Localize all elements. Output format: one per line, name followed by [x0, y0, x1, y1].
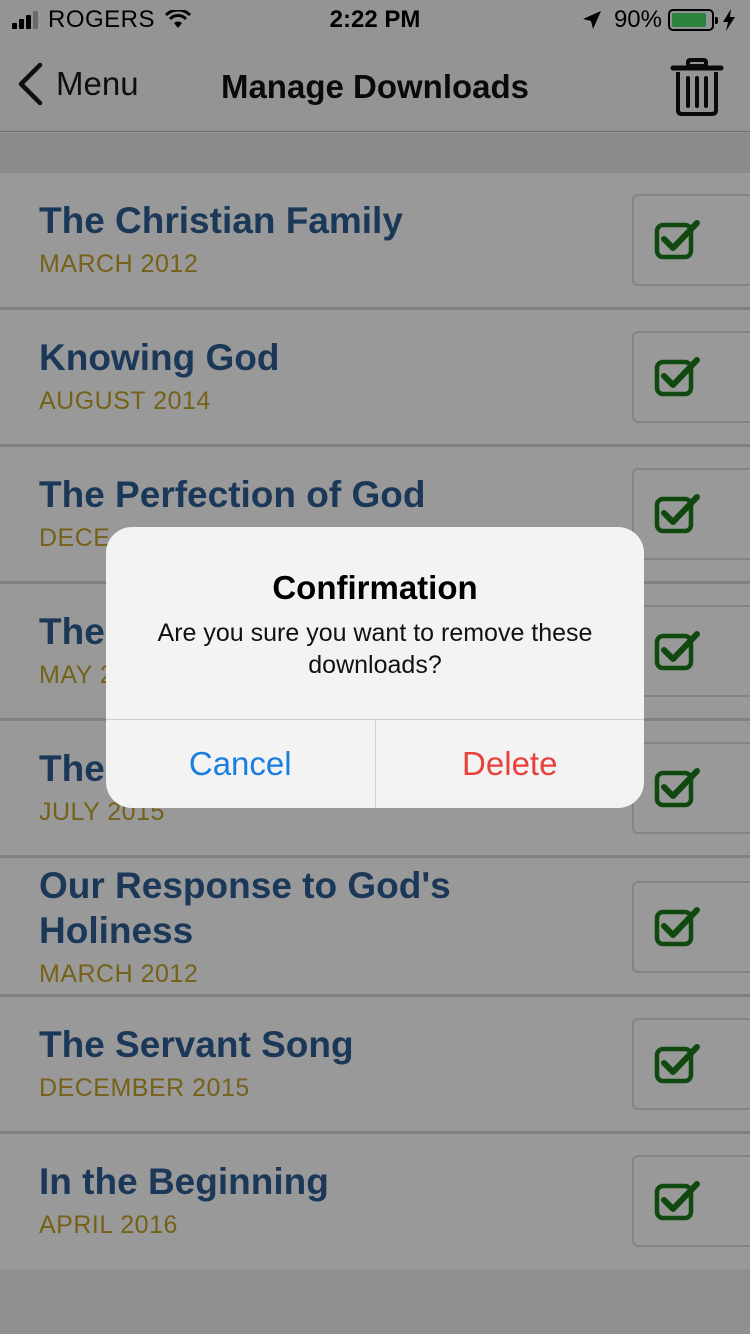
dialog-message: Are you sure you want to remove these do… — [157, 619, 593, 679]
dialog-buttons: Cancel Delete — [106, 719, 644, 808]
cancel-button[interactable]: Cancel — [106, 720, 376, 808]
delete-button[interactable]: Delete — [376, 720, 645, 808]
dialog-title: Confirmation — [272, 569, 478, 606]
confirmation-dialog: Confirmation Are you sure you want to re… — [106, 527, 644, 808]
